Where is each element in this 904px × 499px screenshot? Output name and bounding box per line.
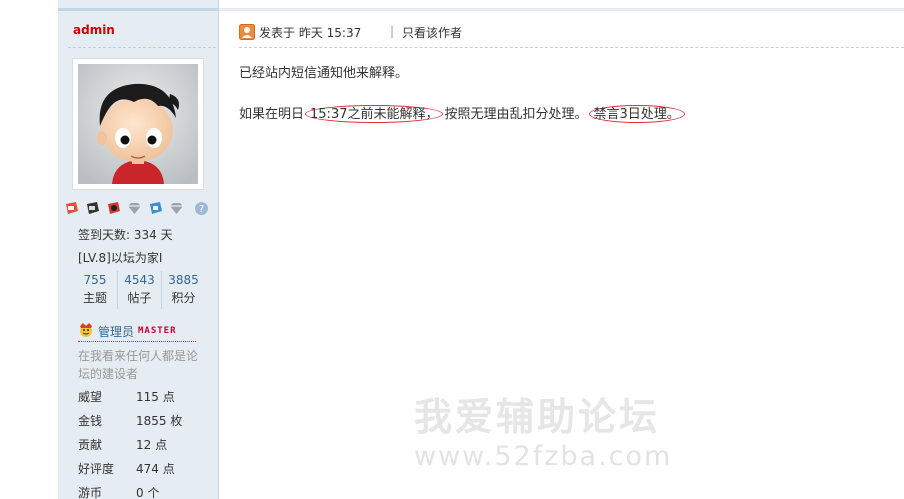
divider xyxy=(78,341,196,342)
count-label: 积分 xyxy=(171,291,196,305)
count-value[interactable]: 755 xyxy=(73,271,117,289)
author-only-link[interactable]: 只看该作者 xyxy=(402,24,462,41)
prop-label: 金钱 xyxy=(78,414,103,428)
separator: | xyxy=(390,24,395,38)
prop-value: 1855 枚 xyxy=(136,414,183,428)
author-sidebar: admin ? 签到天数: 334 天 [LV.8]以坛为家I 755 主题 4… xyxy=(58,0,219,499)
user-online-icon xyxy=(239,24,255,40)
post-time: 发表于 昨天 15:37 xyxy=(259,26,362,40)
divider xyxy=(68,47,216,48)
post-page: admin ? 签到天数: 334 天 [LV.8]以坛为家I 755 主题 4… xyxy=(0,0,904,499)
group-tag: MASTER xyxy=(138,326,177,336)
post-line-1: 已经站内短信通知他来解释。 xyxy=(239,66,409,81)
prop-value: 115 点 xyxy=(136,390,175,404)
prop-label: 好评度 xyxy=(78,462,115,476)
admin-group-icon xyxy=(78,322,94,339)
diamond-medal-icon[interactable] xyxy=(169,201,184,216)
help-icon[interactable]: ? xyxy=(194,201,209,216)
count-value[interactable]: 4543 xyxy=(118,271,161,289)
medal-3-icon[interactable] xyxy=(106,201,121,216)
left-gutter xyxy=(0,0,58,499)
svg-text:?: ? xyxy=(199,204,204,215)
cartoon-boy-avatar-icon xyxy=(78,64,198,184)
text-segment: 按照无理由乱扣分处理。 xyxy=(444,107,588,122)
user-counts: 755 主题 4543 帖子 3885 积分 xyxy=(73,271,205,309)
post-line-2: 如果在明日 15:37之前未能解释， 按照无理由乱扣分处理。 禁言3日处理。 xyxy=(239,103,686,123)
medal-row: ? xyxy=(64,201,214,217)
divider xyxy=(239,47,904,48)
avatar-image xyxy=(78,64,198,184)
prop-value: 474 点 xyxy=(136,462,175,476)
user-signature: 在我看来任何人都是论坛的建设者 xyxy=(78,349,199,381)
medal-1-icon[interactable] xyxy=(64,201,79,216)
circled-annotation: 15:37之前未能解释， xyxy=(305,105,444,123)
prop-value: 12 点 xyxy=(136,438,168,452)
count-credits[interactable]: 3885 积分 xyxy=(161,271,205,309)
count-label: 帖子 xyxy=(127,291,152,305)
watermark-title: 我爱辅助论坛 xyxy=(414,395,661,439)
signin-days: 签到天数: 334 天 xyxy=(78,228,173,242)
prop-label: 游币 xyxy=(78,486,103,499)
sidebar-top-border xyxy=(58,8,219,11)
post-top-border xyxy=(219,8,904,11)
count-label: 主题 xyxy=(82,291,107,305)
diamond-medal-icon[interactable] xyxy=(127,201,142,216)
watermark-url: www.52fzba.com xyxy=(414,441,673,472)
group-name[interactable]: 管理员 xyxy=(98,323,134,340)
prop-value: 0 个 xyxy=(136,486,160,499)
medal-2-icon[interactable] xyxy=(85,201,100,216)
count-posts[interactable]: 4543 帖子 xyxy=(117,271,161,309)
avatar[interactable] xyxy=(72,58,204,190)
count-value[interactable]: 3885 xyxy=(162,271,205,289)
medal-5-icon[interactable] xyxy=(148,201,163,216)
user-level[interactable]: [LV.8]以坛为家I xyxy=(78,249,162,266)
text-segment: 如果在明日 xyxy=(239,107,305,122)
count-threads[interactable]: 755 主题 xyxy=(73,271,117,309)
prop-label: 贡献 xyxy=(78,438,103,452)
author-username-link[interactable]: admin xyxy=(73,23,115,37)
circled-annotation: 禁言3日处理。 xyxy=(588,105,685,123)
prop-label: 威望 xyxy=(78,390,103,404)
